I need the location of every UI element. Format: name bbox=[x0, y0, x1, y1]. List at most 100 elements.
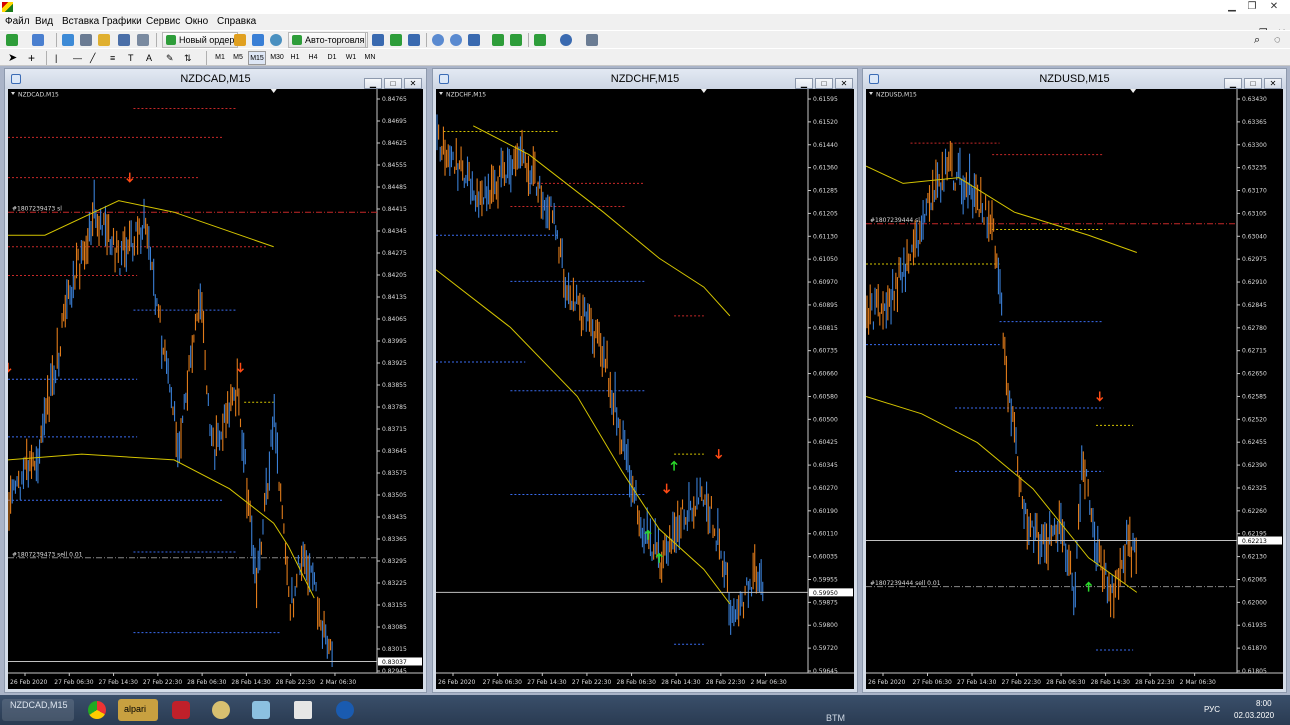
window-close-button[interactable]: ✕ bbox=[835, 78, 853, 89]
x-tick-label: 27 Feb 14:30 bbox=[527, 679, 567, 686]
window-title-area bbox=[556, 0, 736, 14]
chart-area[interactable]: NZDCHF,M15 0.61595 0.61520 0.61440 0.61360 0.… bbox=[436, 89, 854, 689]
y-tick-label: 0.84135 bbox=[382, 294, 407, 301]
price-chart[interactable]: NZDCAD,M15 0.84765 0.84695 0.84625 0.84555 0.… bbox=[8, 89, 423, 689]
language-indicator[interactable]: РУС bbox=[1204, 705, 1220, 714]
search-icon[interactable]: ⌕ bbox=[1254, 33, 1260, 47]
crosshair-icon[interactable]: + bbox=[28, 51, 35, 65]
chart-window-title[interactable]: NZDCAD,M15 ▁ □ ✕ bbox=[5, 69, 426, 89]
window-minimize-button[interactable]: ▁ bbox=[1224, 78, 1242, 89]
tf-h4[interactable]: H4 bbox=[306, 51, 320, 65]
metaeditor-icon[interactable] bbox=[234, 34, 246, 46]
data-window-icon[interactable] bbox=[80, 34, 92, 46]
taskbar-browser-button[interactable] bbox=[328, 699, 362, 721]
tile-windows-icon[interactable] bbox=[468, 34, 480, 46]
chart-shift-icon[interactable] bbox=[492, 34, 504, 46]
market-watch-icon[interactable] bbox=[62, 34, 74, 46]
chart-window-nzdusd[interactable]: NZDUSD,M15 ▁ □ ✕ NZDUSD,M15 0.63430 0.63365 0.… bbox=[862, 68, 1287, 693]
tf-h1[interactable]: H1 bbox=[288, 51, 302, 65]
chart-window-nzdchf[interactable]: NZDCHF,M15 ▁ □ ✕ NZDCHF,M15 0.61595 0.61520 0.… bbox=[432, 68, 858, 693]
tester-icon[interactable] bbox=[137, 34, 149, 46]
tray-date[interactable]: 02.03.2020 bbox=[1234, 711, 1274, 720]
menu-view[interactable]: Вид bbox=[35, 16, 53, 27]
tf-w1[interactable]: W1 bbox=[344, 51, 358, 65]
autoscroll-icon[interactable] bbox=[510, 34, 522, 46]
close-icon[interactable]: ✕ bbox=[1264, 0, 1284, 14]
menu-file[interactable]: Файл bbox=[5, 16, 30, 27]
market-icon[interactable] bbox=[270, 34, 282, 46]
menu-window[interactable]: Окно bbox=[185, 16, 208, 27]
taskbar-alpari-button[interactable]: alpari bbox=[118, 699, 158, 721]
chart-title-text: NZDCAD,M15 bbox=[180, 73, 251, 85]
y-tick-label: 0.84555 bbox=[382, 162, 407, 169]
y-tick-label: 0.63040 bbox=[1242, 233, 1267, 240]
menu-tools[interactable]: Сервис bbox=[146, 16, 180, 27]
y-tick-label: 0.84415 bbox=[382, 206, 407, 213]
shapes-icon[interactable]: ✎ bbox=[166, 51, 174, 65]
cursor-icon[interactable]: ➤ bbox=[8, 51, 17, 65]
text-icon[interactable]: T bbox=[128, 51, 134, 65]
chart-window-title[interactable]: NZDCHF,M15 ▁ □ ✕ bbox=[433, 69, 857, 89]
tf-mn[interactable]: MN bbox=[362, 51, 378, 65]
channel-icon[interactable]: ≡ bbox=[110, 51, 115, 65]
tray-time[interactable]: 8:00 bbox=[1256, 699, 1272, 708]
minimize-icon[interactable]: ▁ bbox=[1222, 0, 1242, 14]
new-order-button[interactable]: Новый ордер bbox=[162, 32, 239, 48]
taskbar-mt4-button[interactable]: NZDCAD,M15 bbox=[2, 699, 74, 721]
taskbar-notes-button[interactable] bbox=[244, 699, 278, 721]
tf-m15[interactable]: M15 bbox=[248, 51, 266, 65]
periods-icon[interactable] bbox=[560, 34, 572, 46]
sell-arrow-icon bbox=[663, 483, 671, 494]
autotrading-button[interactable]: Авто-торговля bbox=[288, 32, 369, 48]
label-icon[interactable]: A bbox=[146, 51, 152, 65]
window-close-button[interactable]: ✕ bbox=[404, 78, 422, 89]
taskbar-paint-button[interactable] bbox=[204, 699, 238, 721]
window-minimize-button[interactable]: ▁ bbox=[795, 78, 813, 89]
menu-help[interactable]: Справка bbox=[217, 16, 256, 27]
chart-window-nzdcad[interactable]: NZDCAD,M15 ▁ □ ✕ NZDCAD,M15 0.84765 0.84695 0.… bbox=[4, 68, 427, 693]
chat-icon[interactable]: ◌ bbox=[1274, 33, 1281, 47]
profiles-icon[interactable] bbox=[32, 34, 44, 46]
indicators-icon[interactable] bbox=[534, 34, 546, 46]
templates-icon[interactable] bbox=[586, 34, 598, 46]
chart-area[interactable]: NZDCAD,M15 0.84765 0.84695 0.84625 0.84555 0.… bbox=[8, 89, 423, 689]
trendline-icon[interactable]: ╱ bbox=[90, 51, 95, 65]
zoom-out-icon[interactable] bbox=[450, 34, 462, 46]
taskbar-doc-button[interactable] bbox=[286, 699, 320, 721]
window-maximize-button[interactable]: □ bbox=[815, 78, 833, 89]
menu-insert[interactable]: Вставка bbox=[62, 16, 99, 27]
chart-area[interactable]: NZDUSD,M15 0.63430 0.63365 0.63300 0.63235 0.… bbox=[866, 89, 1283, 689]
y-tick-label: 0.84625 bbox=[382, 140, 407, 147]
y-tick-label: 0.60110 bbox=[813, 531, 838, 538]
window-maximize-button[interactable]: □ bbox=[1244, 78, 1262, 89]
tf-d1[interactable]: D1 bbox=[325, 51, 339, 65]
taskbar-chrome-button[interactable] bbox=[80, 699, 114, 721]
vertical-line-icon[interactable]: | bbox=[55, 51, 57, 65]
candlestick-icon[interactable] bbox=[390, 34, 402, 46]
tf-m5[interactable]: M5 bbox=[230, 51, 246, 65]
chart-window-icon bbox=[439, 74, 449, 84]
x-tick-label: 28 Feb 14:30 bbox=[1091, 679, 1131, 686]
new-chart-icon[interactable] bbox=[6, 34, 18, 46]
signals-icon[interactable] bbox=[252, 34, 264, 46]
window-minimize-button[interactable]: ▁ bbox=[364, 78, 382, 89]
window-close-button[interactable]: ✕ bbox=[1264, 78, 1282, 89]
y-tick-label: 0.63365 bbox=[1242, 119, 1267, 126]
line-chart-icon[interactable] bbox=[408, 34, 420, 46]
menu-charts[interactable]: Графики bbox=[102, 16, 142, 27]
price-chart[interactable]: NZDCHF,M15 0.61595 0.61520 0.61440 0.61360 0.… bbox=[436, 89, 854, 689]
chart-window-title[interactable]: NZDUSD,M15 ▁ □ ✕ bbox=[863, 69, 1286, 89]
notes-icon bbox=[252, 701, 270, 719]
maximize-icon[interactable]: ❐ bbox=[1242, 0, 1262, 14]
arrows-icon[interactable]: ⇅ bbox=[184, 51, 192, 65]
taskbar-clock-app-button[interactable] bbox=[164, 699, 198, 721]
horizontal-line-icon[interactable]: — bbox=[73, 51, 82, 65]
tf-m30[interactable]: M30 bbox=[268, 51, 286, 65]
window-maximize-button[interactable]: □ bbox=[384, 78, 402, 89]
tf-m1[interactable]: M1 bbox=[212, 51, 228, 65]
zoom-in-icon[interactable] bbox=[432, 34, 444, 46]
price-chart[interactable]: NZDUSD,M15 0.63430 0.63365 0.63300 0.63235 0.… bbox=[866, 89, 1283, 689]
bar-chart-icon[interactable] bbox=[372, 34, 384, 46]
navigator-icon[interactable] bbox=[98, 34, 110, 46]
terminal-icon[interactable] bbox=[118, 34, 130, 46]
